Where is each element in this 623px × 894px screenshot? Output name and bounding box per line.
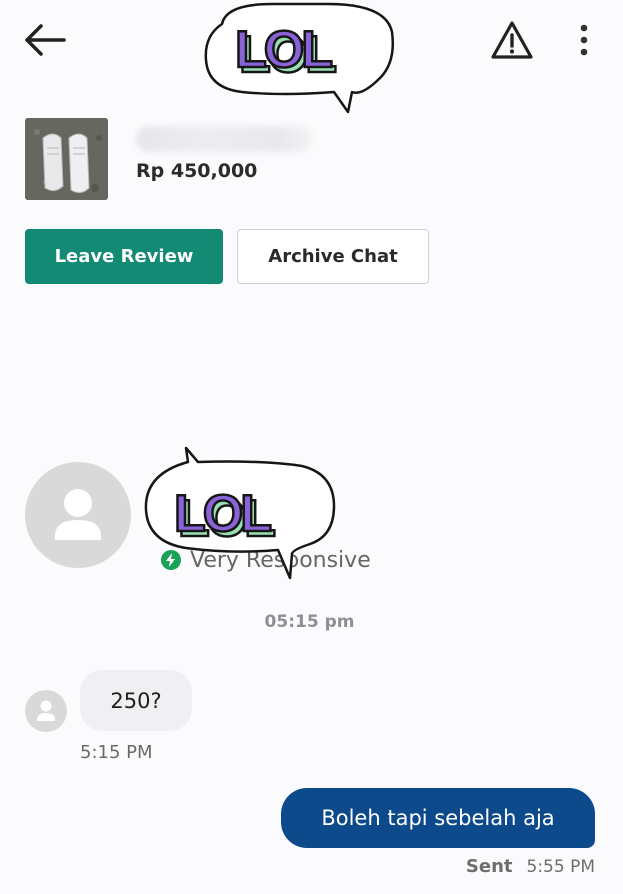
message-bubble-incoming[interactable]: 250? <box>80 670 192 731</box>
sneakers-image <box>25 118 108 200</box>
sticker-text: LOL <box>174 485 271 543</box>
message-bubble-outgoing[interactable]: Boleh tapi sebelah aja <box>281 788 595 848</box>
chat-date-separator: 05:15 pm <box>0 612 623 632</box>
sent-status-label: Sent <box>465 856 513 877</box>
archive-chat-button[interactable]: Archive Chat <box>237 229 429 284</box>
product-price: Rp 450,000 <box>136 160 258 182</box>
product-name-redacted <box>136 126 312 152</box>
person-icon <box>37 700 55 721</box>
lol-sticker: LOL LOL <box>202 0 396 118</box>
time-separator-label: 05:15 pm <box>264 612 355 632</box>
warning-triangle-icon <box>491 21 533 59</box>
lol-sticker: LOL LOL <box>142 444 338 580</box>
message-time: 5:15 PM <box>80 742 153 763</box>
arrow-left-icon <box>25 24 66 56</box>
more-vertical-icon <box>580 24 588 56</box>
seller-avatar[interactable] <box>25 462 131 568</box>
product-thumbnail[interactable] <box>25 118 108 200</box>
back-button[interactable] <box>18 18 70 62</box>
leave-review-button[interactable]: Leave Review <box>25 229 223 284</box>
message-status: Sent 5:55 PM <box>466 856 595 877</box>
person-icon <box>55 489 101 540</box>
sticker-text: LOL <box>235 21 332 79</box>
report-button[interactable] <box>486 16 538 64</box>
message-time: 5:55 PM <box>526 857 596 877</box>
more-options-button[interactable] <box>566 18 602 62</box>
sender-avatar[interactable] <box>25 690 67 732</box>
